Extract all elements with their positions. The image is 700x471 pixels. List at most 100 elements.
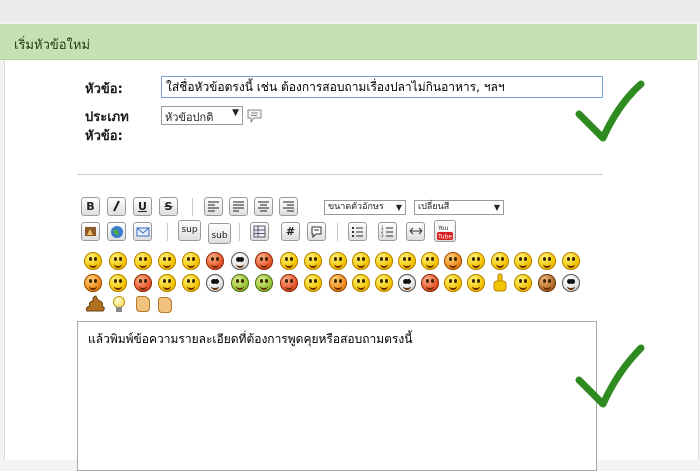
smiley-thinking-icon[interactable] bbox=[538, 252, 556, 270]
smiley-scared-icon[interactable] bbox=[467, 274, 485, 292]
smiley-confused-icon[interactable] bbox=[491, 252, 509, 270]
hr-icon bbox=[409, 227, 422, 235]
smiley-surprised-icon[interactable] bbox=[329, 252, 347, 270]
align-left-button[interactable] bbox=[204, 197, 223, 216]
font-size-select-value: ขนาดตัวอักษร bbox=[328, 202, 384, 212]
bold-button[interactable]: B bbox=[81, 197, 100, 216]
top-strip bbox=[0, 0, 700, 22]
smiley-grin-icon[interactable] bbox=[158, 252, 176, 270]
smiley-rage-icon[interactable] bbox=[444, 252, 462, 270]
panda-icon[interactable] bbox=[562, 274, 580, 292]
web-link-button[interactable] bbox=[107, 222, 126, 241]
speech-bubble-icon[interactable] bbox=[246, 108, 264, 124]
smiley-crown-icon[interactable] bbox=[514, 252, 532, 270]
svg-text:Tube: Tube bbox=[437, 234, 452, 241]
smiley-cool-icon[interactable] bbox=[304, 252, 322, 270]
smiley-angry-icon[interactable] bbox=[206, 252, 224, 270]
smiley-dizzy-icon[interactable] bbox=[398, 274, 416, 292]
smiley-money-icon[interactable] bbox=[304, 274, 322, 292]
smiley-shock-icon[interactable] bbox=[375, 274, 393, 292]
smiley-blush-icon[interactable] bbox=[134, 274, 152, 292]
smiley-teeth-icon[interactable] bbox=[231, 252, 249, 270]
align-center-icon bbox=[258, 201, 269, 212]
numbered-list-icon: 123 bbox=[381, 225, 393, 238]
smiley-cry-icon[interactable] bbox=[398, 252, 416, 270]
smiley-sleep-icon[interactable] bbox=[562, 252, 580, 270]
topic-type-select[interactable]: หัวข้อปกติ ▼ bbox=[161, 106, 243, 125]
toolbar-separator bbox=[239, 223, 240, 241]
smiley-hmm-icon[interactable] bbox=[444, 274, 462, 292]
align-right-icon bbox=[283, 201, 294, 212]
checkmark-icon-bottom bbox=[575, 344, 645, 408]
smiley-shy-icon[interactable] bbox=[182, 274, 200, 292]
list-icon bbox=[352, 227, 363, 237]
italic-icon bbox=[113, 200, 120, 212]
smiley-vomit-icon[interactable] bbox=[255, 274, 273, 292]
table-icon bbox=[253, 225, 266, 238]
smiley-tongue-icon[interactable] bbox=[352, 252, 370, 270]
smiley-eyeroll-icon[interactable] bbox=[467, 252, 485, 270]
bear-icon[interactable] bbox=[538, 274, 556, 292]
smiley-mad-icon[interactable] bbox=[421, 252, 439, 270]
thumbs-up-icon[interactable] bbox=[136, 296, 150, 312]
flash-button[interactable] bbox=[81, 222, 100, 241]
type-label-line1: ประเภท bbox=[85, 110, 129, 125]
align-right-button[interactable] bbox=[279, 197, 298, 216]
smiley-nerd-icon[interactable] bbox=[109, 274, 127, 292]
youtube-button[interactable]: You Tube bbox=[434, 220, 456, 242]
smiley-sad-icon[interactable] bbox=[375, 252, 393, 270]
svg-text:You: You bbox=[437, 225, 449, 232]
smiley-big-grin-icon[interactable] bbox=[280, 252, 298, 270]
smiley-rolling-eyes-icon[interactable] bbox=[158, 274, 176, 292]
toolbar-separator bbox=[337, 223, 338, 241]
thumbs-down-icon[interactable] bbox=[158, 297, 172, 313]
smiley-muscle-icon[interactable] bbox=[514, 274, 532, 292]
smiley-happy-icon[interactable] bbox=[84, 252, 102, 270]
smiley-laugh-icon[interactable] bbox=[182, 252, 200, 270]
smiley-smile-icon[interactable] bbox=[134, 252, 152, 270]
smiley-devil-icon[interactable] bbox=[84, 274, 102, 292]
subscript-button[interactable]: sub bbox=[208, 223, 231, 244]
email-button[interactable] bbox=[133, 222, 152, 241]
list-button[interactable] bbox=[348, 222, 367, 241]
smiley-worried-icon[interactable] bbox=[352, 274, 370, 292]
light-bulb-base bbox=[116, 307, 122, 312]
table-button[interactable] bbox=[250, 222, 269, 241]
align-left-icon bbox=[208, 201, 219, 212]
subject-input[interactable] bbox=[161, 76, 603, 98]
font-size-select[interactable]: ขนาดตัวอักษร ▼ bbox=[324, 200, 406, 215]
divider bbox=[77, 174, 603, 175]
quote-icon bbox=[311, 226, 322, 238]
post-form-panel: หัวข้อ: ประเภท หัวข้อ: หัวข้อปกติ ▼ B U … bbox=[4, 60, 699, 471]
smiley-wink-icon[interactable] bbox=[109, 252, 127, 270]
underline-button[interactable]: U bbox=[133, 197, 152, 216]
toolbar-separator bbox=[192, 198, 193, 216]
toolbar-separator bbox=[167, 223, 168, 241]
font-color-select[interactable]: เปลี่ยนสี ▼ bbox=[414, 200, 504, 215]
smiley-kiss-icon[interactable] bbox=[255, 252, 273, 270]
globe-icon bbox=[110, 226, 123, 238]
smiley-sick-icon[interactable] bbox=[231, 274, 249, 292]
quote-button[interactable] bbox=[307, 222, 326, 241]
strike-button[interactable]: S bbox=[159, 197, 178, 216]
dropdown-arrow-icon: ▼ bbox=[493, 203, 500, 212]
dropdown-arrow-icon: ▼ bbox=[232, 108, 239, 118]
horizontal-rule-button[interactable] bbox=[406, 222, 425, 241]
smiley-love-icon[interactable] bbox=[280, 274, 298, 292]
hash-button[interactable]: # bbox=[281, 222, 300, 241]
smiley-evil-icon[interactable] bbox=[329, 274, 347, 292]
align-center-button[interactable] bbox=[254, 197, 273, 216]
smiley-furious-icon[interactable] bbox=[421, 274, 439, 292]
numbered-list-button[interactable]: 123 bbox=[378, 222, 397, 241]
middle-finger-icon[interactable] bbox=[492, 273, 508, 293]
smiley-ghost-icon[interactable] bbox=[206, 274, 224, 292]
font-color-select-value: เปลี่ยนสี bbox=[418, 202, 450, 212]
flash-icon bbox=[85, 227, 96, 236]
superscript-button[interactable]: sup bbox=[178, 220, 201, 241]
message-textarea[interactable]: แล้วพิมพ์ข้อความรายละเอียดที่ต้องการพูดค… bbox=[77, 321, 597, 471]
align-justify-button[interactable] bbox=[229, 197, 248, 216]
svg-text:3: 3 bbox=[381, 233, 384, 238]
page-title: เริ่มหัวข้อใหม่ bbox=[14, 38, 91, 53]
poop-icon[interactable] bbox=[84, 295, 106, 313]
italic-button[interactable] bbox=[107, 197, 126, 216]
